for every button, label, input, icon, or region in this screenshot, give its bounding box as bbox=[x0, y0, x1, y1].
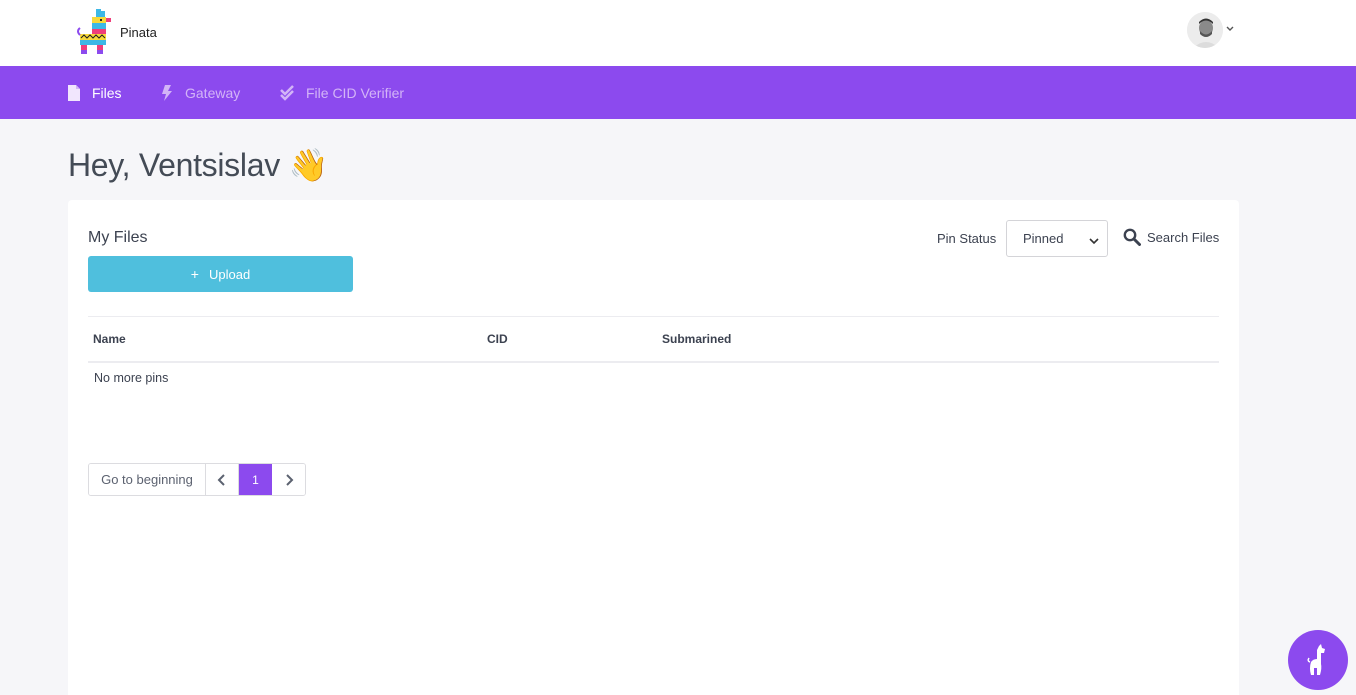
pin-status-select[interactable]: Pinned bbox=[1006, 220, 1108, 257]
go-to-beginning-button[interactable]: Go to beginning bbox=[89, 464, 206, 495]
page-button-current[interactable]: 1 bbox=[239, 464, 272, 495]
nav-label: Gateway bbox=[185, 84, 241, 101]
nav-label: Files bbox=[92, 84, 122, 101]
user-avatar[interactable] bbox=[1187, 12, 1223, 48]
next-page-button[interactable] bbox=[272, 464, 305, 495]
column-header-name: Name bbox=[93, 332, 126, 346]
card-title: My Files bbox=[88, 229, 148, 246]
search-label: Search Files bbox=[1147, 229, 1220, 245]
chevron-right-icon bbox=[285, 473, 293, 486]
divider bbox=[88, 361, 1219, 363]
chevron-down-icon bbox=[1089, 234, 1099, 245]
previous-page-button[interactable] bbox=[206, 464, 239, 495]
nav-label: File CID Verifier bbox=[306, 84, 405, 101]
pagination: Go to beginning 1 bbox=[88, 463, 306, 496]
top-header: Pinata bbox=[0, 0, 1356, 66]
upload-label: Upload bbox=[208, 266, 251, 282]
chevron-down-icon[interactable] bbox=[1225, 21, 1235, 31]
search-icon bbox=[1123, 228, 1141, 246]
search-files-button[interactable]: Search Files bbox=[1123, 228, 1219, 246]
llama-icon bbox=[1307, 644, 1325, 675]
waving-hand-icon: 👋 bbox=[288, 147, 329, 183]
pin-status-value: Pinned bbox=[1023, 231, 1064, 246]
pin-status-label: Pin Status bbox=[937, 231, 997, 246]
double-check-icon bbox=[280, 84, 296, 101]
pinata-logo-icon[interactable] bbox=[76, 7, 112, 55]
nav-item-gateway[interactable]: Gateway bbox=[161, 66, 240, 119]
file-icon bbox=[68, 84, 82, 101]
greeting-text: Hey, Ventsislav bbox=[68, 147, 280, 183]
bolt-icon bbox=[161, 84, 175, 101]
brand-name[interactable]: Pinata bbox=[120, 25, 157, 40]
plus-icon: + bbox=[190, 266, 199, 282]
my-files-card: My Files + Upload Pin Status Pinned Sear… bbox=[68, 200, 1239, 695]
column-header-cid: CID bbox=[487, 332, 508, 346]
upload-button[interactable]: + Upload bbox=[88, 256, 353, 292]
nav-item-file-cid-verifier[interactable]: File CID Verifier bbox=[280, 66, 404, 119]
chat-widget-button[interactable] bbox=[1288, 630, 1348, 690]
page-greeting: Hey, Ventsislav 👋 bbox=[68, 146, 328, 184]
column-header-submarined: Submarined bbox=[662, 332, 732, 346]
chevron-left-icon bbox=[217, 473, 225, 486]
main-nav: Files Gateway File CID Verifier bbox=[0, 66, 1356, 119]
nav-item-files[interactable]: Files bbox=[68, 66, 122, 119]
empty-table-message: No more pins bbox=[94, 371, 169, 385]
divider bbox=[88, 316, 1219, 317]
